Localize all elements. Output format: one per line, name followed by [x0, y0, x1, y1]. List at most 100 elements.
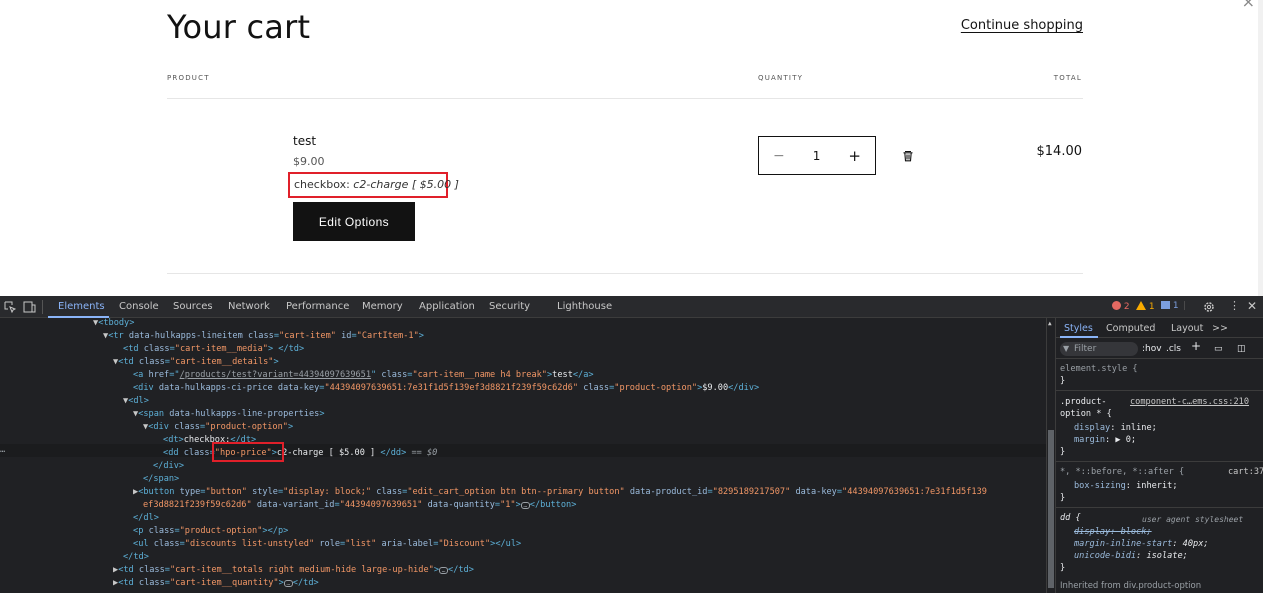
rule3-source: user agent stylesheet: [1142, 515, 1244, 524]
dom-line-selected[interactable]: <dd class="hpo-price">c2-charge [ $5.00 …: [163, 447, 437, 460]
tab-application[interactable]: Application: [419, 301, 475, 312]
device-toolbar-icon[interactable]: [23, 301, 36, 313]
quantity-stepper: − 1 +: [758, 136, 876, 175]
dom-line[interactable]: ▼<div class="product-option">: [143, 421, 293, 434]
tab-elements[interactable]: Elements: [58, 301, 105, 312]
cart-item-name[interactable]: test: [293, 134, 316, 148]
rule2-selector[interactable]: *, *::before, *::after {: [1060, 466, 1184, 478]
tab-security[interactable]: Security: [489, 301, 530, 312]
close-brace: }: [1060, 493, 1066, 503]
rule3-prop[interactable]: margin-inline-start: 40px;: [1074, 538, 1209, 550]
rule3-selector[interactable]: dd {: [1060, 512, 1081, 524]
dom-line[interactable]: <div data-hulkapps-ci-price data-key="44…: [133, 382, 759, 395]
quantity-decrease-button[interactable]: −: [773, 148, 785, 164]
toggle-sidebar-icon[interactable]: ◫: [1237, 343, 1246, 355]
cart-item-property: checkbox: c2-charge [ $5.00 ]: [288, 172, 459, 198]
rule2-source-link[interactable]: cart:371: [1228, 466, 1263, 478]
info-count[interactable]: 1: [1161, 301, 1179, 311]
paint-icon[interactable]: ▭: [1214, 343, 1223, 355]
rule3-prop[interactable]: unicode-bidi: isolate;: [1074, 550, 1188, 562]
devtools-panel: Elements Console Sources Network Perform…: [0, 296, 1263, 593]
dom-line[interactable]: ▼<span data-hulkapps-line-properties>: [133, 408, 325, 421]
dom-tree: … ▼<tbody> ▼<tr data-hulkapps-lineitem c…: [0, 318, 1046, 593]
continue-shopping-link[interactable]: Continue shopping: [961, 18, 1083, 33]
tab-styles[interactable]: Styles: [1064, 323, 1093, 335]
dom-line[interactable]: </div>: [153, 460, 184, 473]
hov-toggle[interactable]: :hov: [1142, 343, 1162, 355]
edit-options-button[interactable]: Edit Options: [293, 202, 415, 241]
tab-performance[interactable]: Performance: [286, 301, 349, 312]
dom-line[interactable]: ▼<td class="cart-item__details">: [113, 356, 279, 369]
rule1-prop[interactable]: display: inline;: [1074, 422, 1157, 434]
highlight-box: [212, 442, 284, 462]
column-header-total: TOTAL: [1053, 74, 1082, 82]
tab-computed[interactable]: Computed: [1106, 323, 1155, 335]
element-style-selector[interactable]: element.style {: [1060, 363, 1138, 375]
dom-line[interactable]: </td>: [123, 551, 149, 564]
inspect-element-icon[interactable]: [4, 301, 16, 313]
rule3-prop-overridden[interactable]: display: block;: [1074, 526, 1152, 538]
dom-line[interactable]: ▶<td class="cart-item__totals right medi…: [113, 564, 474, 577]
selected-node-row: [0, 444, 1046, 457]
dom-line[interactable]: ef3d8821f239f59c62d6" data-variant_id="4…: [143, 499, 576, 512]
scrollbar-thumb[interactable]: [1048, 430, 1054, 588]
cls-toggle[interactable]: .cls: [1166, 343, 1181, 355]
active-styles-tab-indicator: [1060, 336, 1098, 338]
close-brace: }: [1060, 376, 1066, 386]
error-count[interactable]: 2: [1112, 301, 1130, 312]
close-brace: }: [1060, 447, 1066, 457]
cart-page: Your cart Continue shopping × PRODUCT QU…: [0, 0, 1263, 296]
dom-line[interactable]: <ul class="discounts list-unstyled" role…: [133, 538, 521, 551]
tab-sources[interactable]: Sources: [173, 301, 213, 312]
warning-count[interactable]: 1: [1136, 301, 1155, 312]
property-value: c2-charge [ $5.00 ]: [353, 178, 459, 191]
dom-scrollbar[interactable]: ▲: [1046, 318, 1055, 593]
rule1-selector-a[interactable]: .product-: [1060, 396, 1107, 408]
page-scrollbar[interactable]: [1258, 0, 1263, 296]
quantity-increase-button[interactable]: +: [848, 147, 861, 165]
rule1-selector-b[interactable]: option * {: [1060, 408, 1112, 420]
new-style-rule-icon[interactable]: +: [1191, 340, 1201, 352]
rule2-prop[interactable]: box-sizing: inherit;: [1074, 480, 1178, 492]
dom-line[interactable]: ▶<td class="cart-item__quantity">… </td>: [113, 577, 319, 590]
dom-line[interactable]: ▶<button type="button" style="display: b…: [133, 486, 987, 499]
close-icon[interactable]: ×: [1242, 0, 1255, 11]
status-separator: |: [1183, 301, 1187, 311]
styles-pane: Styles Computed Layout >> ▼ Filter :hov …: [1055, 318, 1263, 593]
error-icon: [1112, 301, 1121, 310]
dom-line[interactable]: </dl>: [133, 512, 159, 525]
dom-line[interactable]: <p class="product-option"></p>: [133, 525, 288, 538]
tab-network[interactable]: Network: [228, 301, 270, 312]
ellipsis-icon[interactable]: …: [520, 502, 530, 509]
more-options-icon[interactable]: ⋮: [1229, 299, 1240, 312]
dom-line[interactable]: <a href="/products/test?variant=44394097…: [133, 369, 594, 382]
rule1-source-link[interactable]: component-c…ems.css:210: [1130, 396, 1249, 408]
scroll-up-icon[interactable]: ▲: [1048, 320, 1052, 327]
tabbar-separator: [42, 300, 43, 314]
inherited-from-label[interactable]: Inherited from div.product-option: [1060, 580, 1201, 592]
tab-lighthouse[interactable]: Lighthouse: [557, 301, 612, 312]
header-divider: [167, 98, 1083, 99]
more-tabs-icon[interactable]: >>: [1212, 323, 1228, 335]
ellipsis-icon[interactable]: …: [439, 567, 449, 574]
dom-line[interactable]: ▼<tr data-hulkapps-lineitem class="cart-…: [103, 330, 424, 343]
quantity-input[interactable]: 1: [813, 149, 821, 163]
tab-memory[interactable]: Memory: [362, 301, 403, 312]
ellipsis-icon[interactable]: …: [283, 580, 293, 587]
dom-line[interactable]: </span>: [143, 473, 179, 486]
settings-gear-icon[interactable]: [1203, 301, 1215, 313]
dom-line[interactable]: ▼<tbody>: [93, 318, 134, 330]
tab-console[interactable]: Console: [119, 301, 159, 312]
styles-filter-input[interactable]: ▼ Filter: [1060, 342, 1138, 356]
close-brace: }: [1060, 563, 1066, 573]
tab-layout[interactable]: Layout: [1171, 323, 1203, 335]
warning-icon: [1136, 301, 1146, 310]
rule1-prop[interactable]: margin: ▶ 0;: [1074, 434, 1136, 446]
page-title: Your cart: [167, 8, 311, 46]
column-header-quantity: QUANTITY: [758, 74, 804, 82]
dom-line[interactable]: <td class="cart-item__media"> </td>: [123, 343, 304, 356]
dom-line[interactable]: ▼<dl>: [123, 395, 149, 408]
trash-icon[interactable]: [901, 149, 915, 163]
filter-icon: ▼: [1063, 344, 1070, 353]
close-devtools-icon[interactable]: ✕: [1247, 299, 1257, 313]
